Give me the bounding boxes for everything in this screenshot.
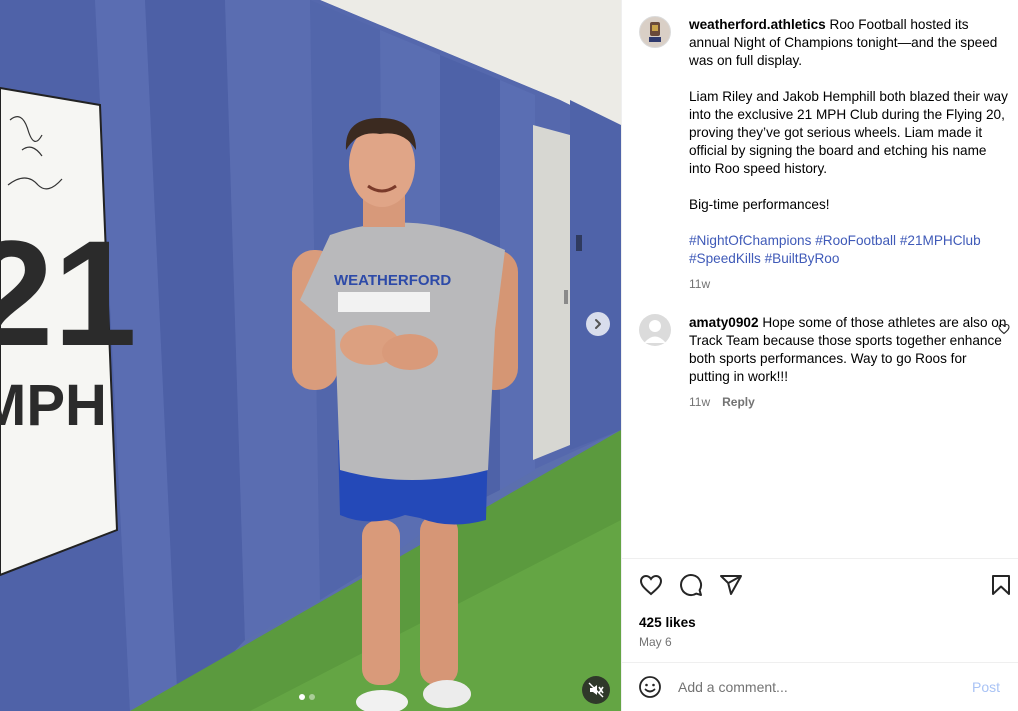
comment-body: amaty0902 Hope some of those athletes ar…	[689, 314, 1011, 410]
post-side-panel: weatherford.athletics Roo Football hoste…	[621, 0, 1018, 711]
likes-count[interactable]: 425 likes	[639, 615, 696, 630]
hashtag-link[interactable]: #BuiltByRoo	[765, 251, 840, 266]
carousel-dot	[299, 694, 305, 700]
share-icon[interactable]	[719, 573, 743, 597]
hashtag-link[interactable]: #21MPHClub	[900, 233, 981, 248]
comment-like-button[interactable]	[998, 322, 1010, 340]
comment-input[interactable]	[678, 679, 968, 695]
mute-toggle-button[interactable]	[582, 676, 610, 704]
shirt-text: WEATHERFORD	[334, 272, 451, 289]
next-media-button[interactable]	[586, 312, 610, 336]
account-avatar[interactable]	[639, 16, 671, 48]
comment-timestamp[interactable]: 11w	[689, 394, 710, 410]
hashtag-link[interactable]: #NightOfChampions	[689, 233, 811, 248]
add-comment-bar: Post	[622, 662, 1018, 711]
caption-username[interactable]: weatherford.athletics	[689, 17, 826, 32]
post-date[interactable]: May 6	[639, 635, 672, 649]
commenter-avatar[interactable]	[639, 314, 671, 346]
comment-meta: 11w Reply	[689, 394, 1011, 410]
hashtag-link[interactable]: #RooFootball	[815, 233, 896, 248]
mute-icon	[588, 682, 604, 698]
post-comment-button[interactable]: Post	[972, 679, 1000, 695]
sign-unit: MPH	[0, 373, 107, 438]
caption-meta: 11w	[689, 276, 1011, 292]
bookmark-icon[interactable]	[989, 573, 1013, 597]
carousel-dot	[309, 694, 315, 700]
reply-button[interactable]: Reply	[722, 394, 755, 410]
comment-item: amaty0902 Hope some of those athletes ar…	[639, 314, 1011, 410]
default-user-icon	[644, 320, 666, 343]
video-frame: 21 MPH WEATHERFORD	[0, 0, 621, 711]
comment-icon[interactable]	[679, 573, 703, 597]
chevron-right-icon	[595, 319, 601, 329]
caption-paragraph: Liam Riley and Jakob Hemphill both blaze…	[689, 89, 1008, 176]
commenter-username[interactable]: amaty0902	[689, 315, 759, 330]
sign-number: 21	[0, 209, 137, 377]
heart-small-icon	[998, 323, 1010, 335]
post-media[interactable]: 21 MPH WEATHERFORD	[0, 0, 621, 711]
comments-section: weatherford.athletics Roo Football hoste…	[622, 0, 1018, 558]
caption-paragraph: Big-time performances!	[689, 197, 830, 212]
hashtag-link[interactable]: #SpeedKills	[689, 251, 761, 266]
carousel-dots	[299, 694, 315, 700]
caption-body: weatherford.athletics Roo Football hoste…	[689, 16, 1011, 292]
post-actions: 425 likes May 6	[622, 558, 1018, 662]
caption-timestamp[interactable]: 11w	[689, 276, 710, 292]
caption-block: weatherford.athletics Roo Football hoste…	[639, 16, 1011, 292]
emoji-icon[interactable]	[638, 675, 662, 699]
heart-icon[interactable]	[639, 573, 663, 597]
trophy-logo-icon	[649, 22, 661, 42]
hashtag-list: #NightOfChampions #RooFootball #21MPHClu…	[689, 232, 1011, 268]
